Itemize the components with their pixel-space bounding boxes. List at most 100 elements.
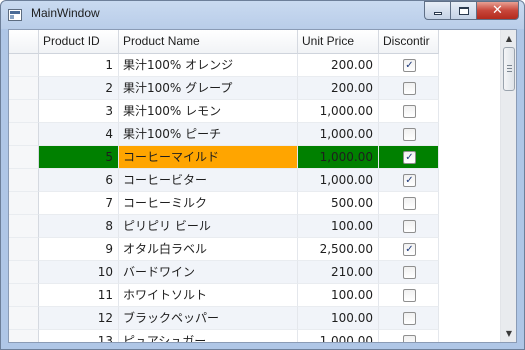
row-header[interactable] <box>9 192 39 215</box>
cell-product-id[interactable]: 4 <box>39 123 119 146</box>
row-header[interactable] <box>9 261 39 284</box>
row-header[interactable] <box>9 284 39 307</box>
cell-discontinued[interactable] <box>379 330 439 342</box>
cell-product-id[interactable]: 11 <box>39 284 119 307</box>
cell-discontinued[interactable]: ✓ <box>379 238 439 261</box>
cell-product-name[interactable]: 果汁100% ピーチ <box>119 123 298 146</box>
cell-product-name[interactable]: 果汁100% グレープ <box>119 77 298 100</box>
row-header[interactable] <box>9 54 39 77</box>
discontinued-checkbox[interactable]: ✓ <box>403 174 416 187</box>
cell-product-id[interactable]: 12 <box>39 307 119 330</box>
cell-discontinued[interactable] <box>379 261 439 284</box>
cell-discontinued[interactable] <box>379 77 439 100</box>
table-row[interactable]: 2 果汁100% グレープ 200.00 <box>9 77 439 100</box>
cell-unit-price[interactable]: 1,000.00 <box>298 169 379 192</box>
cell-unit-price[interactable]: 200.00 <box>298 77 379 100</box>
cell-unit-price[interactable]: 1,000.00 <box>298 123 379 146</box>
discontinued-checkbox[interactable] <box>403 197 416 210</box>
cell-unit-price[interactable]: 500.00 <box>298 192 379 215</box>
table-row[interactable]: 11 ホワイトソルト 100.00 <box>9 284 439 307</box>
column-header-product-name[interactable]: Product Name <box>119 30 298 54</box>
row-header[interactable] <box>9 238 39 261</box>
cell-product-name[interactable]: 果汁100% レモン <box>119 100 298 123</box>
cell-discontinued[interactable] <box>379 192 439 215</box>
table-row[interactable]: 12 ブラックペッパー 100.00 <box>9 307 439 330</box>
cell-product-name[interactable]: コーヒーミルク <box>119 192 298 215</box>
table-row[interactable]: 13 ピュアシュガー 1,000.00 <box>9 330 439 342</box>
cell-discontinued[interactable]: ✓ <box>379 169 439 192</box>
discontinued-checkbox[interactable] <box>403 312 416 325</box>
cell-product-name[interactable]: オタル白ラベル <box>119 238 298 261</box>
cell-discontinued[interactable] <box>379 100 439 123</box>
cell-unit-price[interactable]: 100.00 <box>298 284 379 307</box>
row-header[interactable] <box>9 123 39 146</box>
cell-unit-price[interactable]: 210.00 <box>298 261 379 284</box>
discontinued-checkbox[interactable] <box>403 128 416 141</box>
cell-discontinued[interactable] <box>379 123 439 146</box>
cell-unit-price[interactable]: 200.00 <box>298 54 379 77</box>
table-row[interactable]: 9 オタル白ラベル 2,500.00 ✓ <box>9 238 439 261</box>
cell-product-id[interactable]: 5 <box>39 146 119 169</box>
cell-product-name[interactable]: ピリピリ ビール <box>119 215 298 238</box>
cell-discontinued[interactable] <box>379 215 439 238</box>
row-header[interactable] <box>9 169 39 192</box>
cell-product-name[interactable]: 果汁100% オレンジ <box>119 54 298 77</box>
table-row[interactable]: 6 コーヒービター 1,000.00 ✓ <box>9 169 439 192</box>
cell-unit-price[interactable]: 2,500.00 <box>298 238 379 261</box>
cell-product-id[interactable]: 6 <box>39 169 119 192</box>
discontinued-checkbox[interactable] <box>403 335 416 342</box>
select-all-header[interactable] <box>9 30 39 54</box>
cell-discontinued[interactable]: ✓ <box>379 146 439 169</box>
row-header[interactable] <box>9 307 39 330</box>
title-bar[interactable]: MainWindow ✕ <box>1 1 524 29</box>
cell-product-id[interactable]: 2 <box>39 77 119 100</box>
cell-product-name[interactable]: バードワイン <box>119 261 298 284</box>
discontinued-checkbox[interactable]: ✓ <box>403 151 416 164</box>
cell-unit-price[interactable]: 1,000.00 <box>298 146 379 169</box>
cell-product-id[interactable]: 1 <box>39 54 119 77</box>
cell-product-id[interactable]: 3 <box>39 100 119 123</box>
row-header[interactable] <box>9 146 39 169</box>
table-row[interactable]: 7 コーヒーミルク 500.00 <box>9 192 439 215</box>
table-row[interactable]: 8 ピリピリ ビール 100.00 <box>9 215 439 238</box>
cell-product-id[interactable]: 13 <box>39 330 119 342</box>
discontinued-checkbox[interactable] <box>403 266 416 279</box>
scroll-down-arrow-icon[interactable]: ▼ <box>501 325 516 342</box>
cell-discontinued[interactable] <box>379 307 439 330</box>
column-header-product-id[interactable]: Product ID <box>39 30 119 54</box>
cell-product-id[interactable]: 10 <box>39 261 119 284</box>
discontinued-checkbox[interactable] <box>403 82 416 95</box>
cell-unit-price[interactable]: 1,000.00 <box>298 330 379 342</box>
close-button[interactable]: ✕ <box>476 1 519 20</box>
table-row[interactable]: 1 果汁100% オレンジ 200.00 ✓ <box>9 54 439 77</box>
discontinued-checkbox[interactable]: ✓ <box>403 59 416 72</box>
discontinued-checkbox[interactable]: ✓ <box>403 243 416 256</box>
table-row[interactable]: 3 果汁100% レモン 1,000.00 <box>9 100 439 123</box>
cell-unit-price[interactable]: 100.00 <box>298 307 379 330</box>
vertical-scrollbar[interactable]: ▲ ▼ <box>500 30 516 342</box>
cell-product-name[interactable]: ピュアシュガー <box>119 330 298 342</box>
cell-discontinued[interactable]: ✓ <box>379 54 439 77</box>
row-header[interactable] <box>9 100 39 123</box>
window-app-icon[interactable] <box>8 9 22 21</box>
cell-unit-price[interactable]: 100.00 <box>298 215 379 238</box>
discontinued-checkbox[interactable] <box>403 289 416 302</box>
minimize-button[interactable] <box>424 1 450 20</box>
cell-product-name[interactable]: コーヒービター <box>119 169 298 192</box>
scroll-thumb[interactable] <box>503 47 515 91</box>
table-row[interactable]: 5 コーヒーマイルド 1,000.00 ✓ <box>9 146 439 169</box>
discontinued-checkbox[interactable] <box>403 105 416 118</box>
cell-product-name[interactable]: コーヒーマイルド <box>119 146 298 169</box>
cell-product-id[interactable]: 7 <box>39 192 119 215</box>
cell-product-name[interactable]: ホワイトソルト <box>119 284 298 307</box>
scroll-up-arrow-icon[interactable]: ▲ <box>501 30 516 47</box>
table-row[interactable]: 4 果汁100% ピーチ 1,000.00 <box>9 123 439 146</box>
row-header[interactable] <box>9 215 39 238</box>
cell-unit-price[interactable]: 1,000.00 <box>298 100 379 123</box>
cell-product-id[interactable]: 9 <box>39 238 119 261</box>
maximize-button[interactable] <box>450 1 476 20</box>
products-datagrid[interactable]: Product ID Product Name Unit Price Disco… <box>9 30 499 342</box>
cell-product-name[interactable]: ブラックペッパー <box>119 307 298 330</box>
discontinued-checkbox[interactable] <box>403 220 416 233</box>
cell-product-id[interactable]: 8 <box>39 215 119 238</box>
